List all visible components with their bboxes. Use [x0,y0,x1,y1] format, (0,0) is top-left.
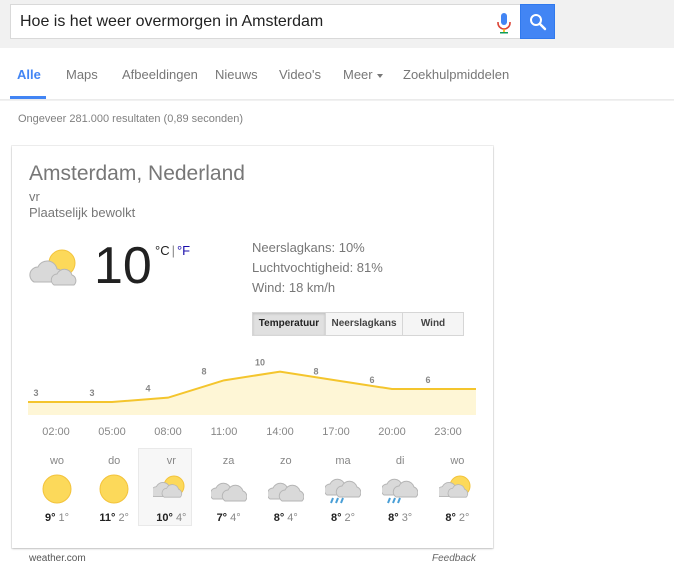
temperature-toggle[interactable]: Temperatuur [253,313,326,335]
tab-meer-label: Meer [343,67,373,82]
forecast-high: 10° [156,512,173,524]
chart-data-label: 3 [33,388,38,398]
tab-alle[interactable]: Alle [17,67,41,82]
wind-speed: Wind: 18 km/h [252,280,336,295]
chart-hour-label: 02:00 [42,426,70,438]
forecast-high: 8° [330,512,342,524]
tab-nieuws[interactable]: Nieuws [215,67,258,82]
precipitation-toggle[interactable]: Neerslagkans [326,313,403,335]
chart-data-label: 8 [201,366,206,376]
search-icon [530,14,547,31]
chart-data-label: 6 [369,375,374,385]
forecast-temps: 11° 2° [89,512,139,524]
chevron-down-icon [376,73,383,78]
temperature-chart: 3 3 4 8 10 8 6 6 [28,358,476,415]
rain-icon[interactable] [381,473,419,505]
rain-icon[interactable] [323,473,362,505]
tab-afbeeldingen[interactable]: Afbeeldingen [122,67,198,82]
forecast-temps: 8° 2° [318,512,368,524]
chart-hour-label: 17:00 [322,426,350,438]
tab-maps[interactable]: Maps [66,67,98,82]
search-bar[interactable]: Hoe is het weer overmorgen in Amsterdam [10,4,520,39]
chart-hour-label: 11:00 [210,426,238,438]
humidity: Luchtvochtigheid: 81% [252,260,383,275]
tab-zoekhulpmiddelen[interactable]: Zoekhulpmiddelen [403,67,509,82]
weather-condition: Plaatselijk bewolkt [29,205,136,220]
forecast-temps: 7° 4° [204,512,254,524]
chart-hour-label: 23:00 [434,426,462,438]
chart-data-label: 8 [313,366,318,376]
chart-data-label: 4 [145,384,150,394]
search-input[interactable]: Hoe is het weer overmorgen in Amsterdam [20,13,323,31]
source-credit[interactable]: weather.com [29,553,86,564]
forecast-temps: 10° 4° [146,512,196,524]
sunny-icon[interactable] [96,473,132,505]
chart-data-label: 3 [89,388,94,398]
forecast-day-label: za [222,455,235,467]
forecast-day-label: di [395,455,405,467]
forecast-low: 4° [230,512,241,524]
chart-data-label: 6 [425,375,430,385]
feedback-link[interactable]: Feedback [432,553,476,564]
chart-hour-label: 14:00 [266,426,294,438]
forecast-low: 3° [401,512,413,524]
chart-toggle-group: Temperatuur Neerslagkans Wind [252,312,464,336]
tab-videos[interactable]: Video's [279,67,321,82]
forecast-temps: 8° 4° [261,512,311,524]
forecast-day-label: vr [166,455,176,467]
forecast-low: 4° [175,512,187,524]
partly-cloudy-icon[interactable] [151,473,189,505]
forecast-high: 7° [216,512,228,524]
unit-separator: | [171,243,175,258]
cloudy-icon[interactable] [209,473,247,505]
forecast-temps: 8° 3° [375,512,425,524]
cloudy-icon[interactable] [266,473,305,505]
active-tab-indicator [10,96,46,99]
forecast-high: 9° [44,512,56,524]
forecast-high: 8° [388,512,399,524]
chart-hour-label: 08:00 [154,426,182,438]
chart-hour-label: 20:00 [378,426,406,438]
forecast-day-label: do [108,455,121,467]
weather-day: vr [29,189,40,204]
result-stats: Ongeveer 281.000 resultaten (0,89 second… [18,113,244,125]
chart-hour-label: 05:00 [98,426,126,438]
precipitation-chance: Neerslagkans: 10% [252,240,365,255]
forecast-high: 8° [273,512,285,524]
forecast-day-label: wo [49,455,65,467]
forecast-low: 2° [344,512,356,524]
current-temperature: 10 [94,237,152,295]
weather-location: Amsterdam, Nederland [29,162,245,185]
wind-toggle[interactable]: Wind [403,313,463,335]
temperature-area [28,371,476,415]
chart-data-label: 10 [255,358,265,368]
unit-switch: °C | °F [155,243,190,258]
weather-card: Amsterdam, Nederland vr Plaatselijk bewo… [12,146,493,564]
partly-cloudy-icon[interactable] [437,473,475,505]
forecast-day-label: ma [335,455,351,467]
forecast-temps: 8° 2° [432,512,482,524]
tab-meer[interactable]: Meer [343,67,383,82]
forecast-low: 2° [118,512,129,524]
forecast-day-label: zo [279,455,292,467]
search-button[interactable] [520,4,555,39]
forecast-low: 2° [458,512,470,524]
celsius-unit: °C [155,243,170,258]
forecast-day-label: wo [450,455,465,467]
forecast-temps: 9° 1° [32,512,82,524]
forecast-high: 8° [445,512,456,524]
forecast-high: 11° [99,512,116,524]
sunny-icon[interactable] [39,473,75,505]
navbar: Alle Maps Afbeeldingen Nieuws Video's Me… [0,48,674,100]
forecast-low: 4° [287,512,298,524]
forecast-low: 1° [58,512,70,524]
partly-cloudy-icon [29,249,77,286]
fahrenheit-link[interactable]: °F [177,243,190,258]
microphone-icon[interactable] [495,12,513,34]
